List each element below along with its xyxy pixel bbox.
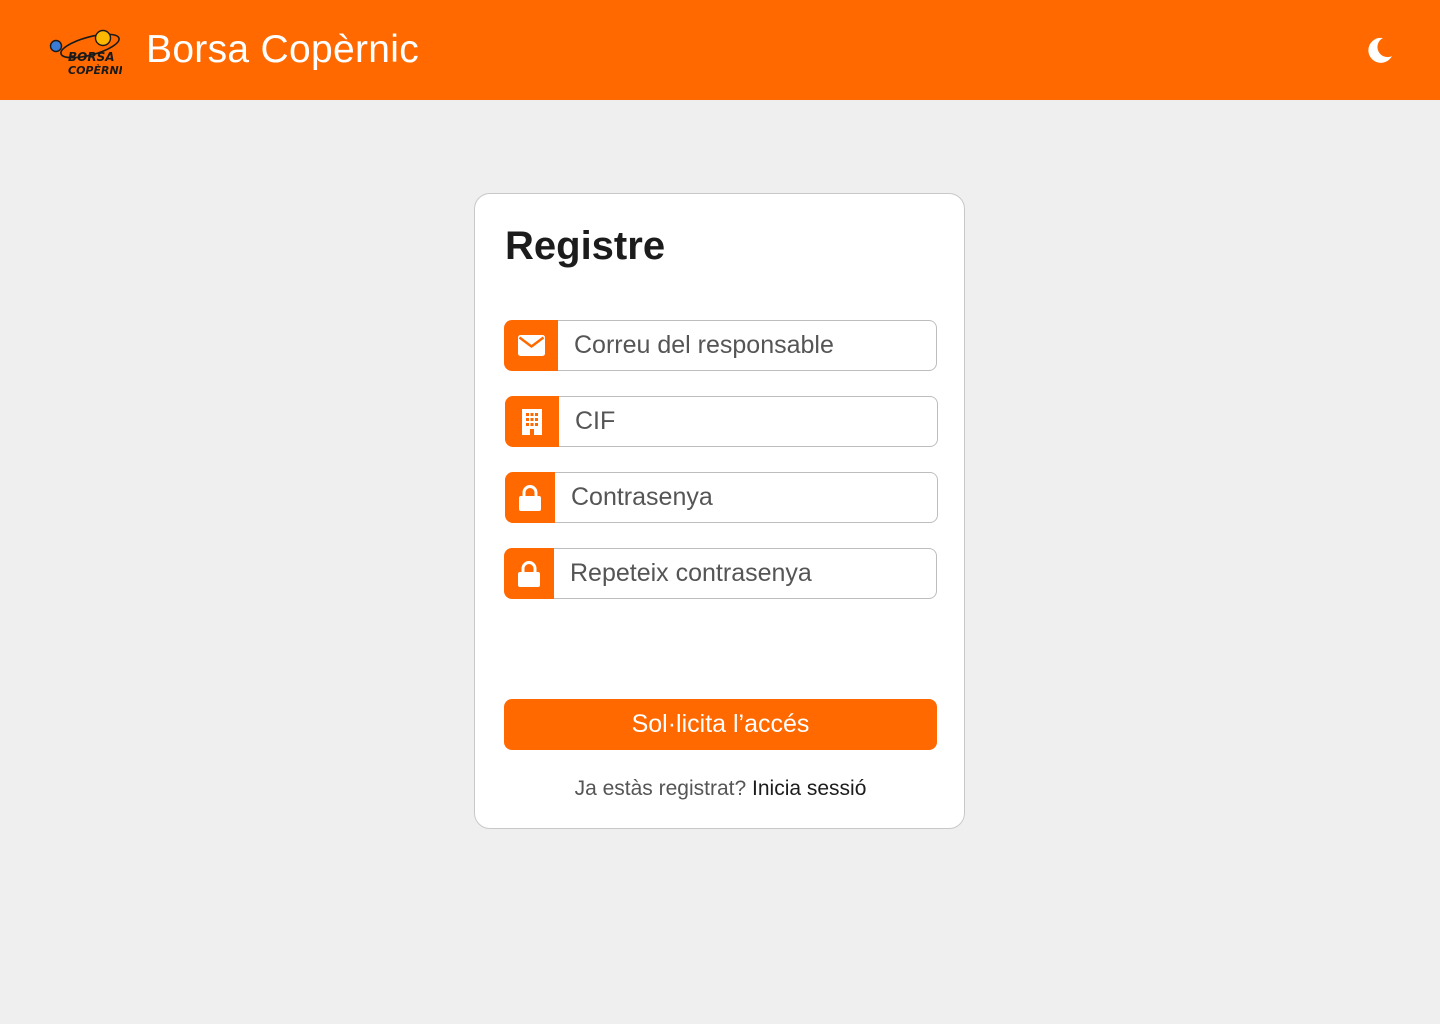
- repeat-password-field: [504, 548, 937, 599]
- borsa-copernic-logo[interactable]: BORSA COPÈRNIC: [48, 24, 131, 78]
- email-input[interactable]: [558, 320, 937, 371]
- building-icon: [505, 396, 559, 447]
- password-field: [505, 472, 938, 523]
- password-input[interactable]: [555, 472, 938, 523]
- already-registered-text: Ja estàs registrat?: [574, 777, 747, 800]
- register-title: Registre: [505, 224, 666, 268]
- app-title: Borsa Copèrnic: [146, 28, 419, 71]
- email-field: [504, 320, 937, 371]
- lock-icon: [504, 548, 554, 599]
- login-prompt: Ja estàs registrat? Inicia sessió: [475, 774, 966, 804]
- svg-text:COPÈRNIC: COPÈRNIC: [68, 63, 122, 77]
- svg-text:BORSA: BORSA: [68, 50, 115, 64]
- top-app-bar: BORSA COPÈRNIC Borsa Copèrnic: [0, 0, 1440, 100]
- cif-field: [505, 396, 938, 447]
- repeat-password-input[interactable]: [554, 548, 937, 599]
- request-access-button[interactable]: Sol·licita l’accés: [504, 699, 937, 750]
- envelope-icon: [504, 320, 558, 371]
- cif-input[interactable]: [559, 396, 938, 447]
- moon-icon: [1368, 37, 1392, 63]
- dark-mode-toggle[interactable]: [1364, 34, 1396, 66]
- lock-icon: [505, 472, 555, 523]
- login-link[interactable]: Inicia sessió: [752, 777, 866, 800]
- register-card: Registre Correu del responsable CIF Sol·…: [474, 193, 965, 829]
